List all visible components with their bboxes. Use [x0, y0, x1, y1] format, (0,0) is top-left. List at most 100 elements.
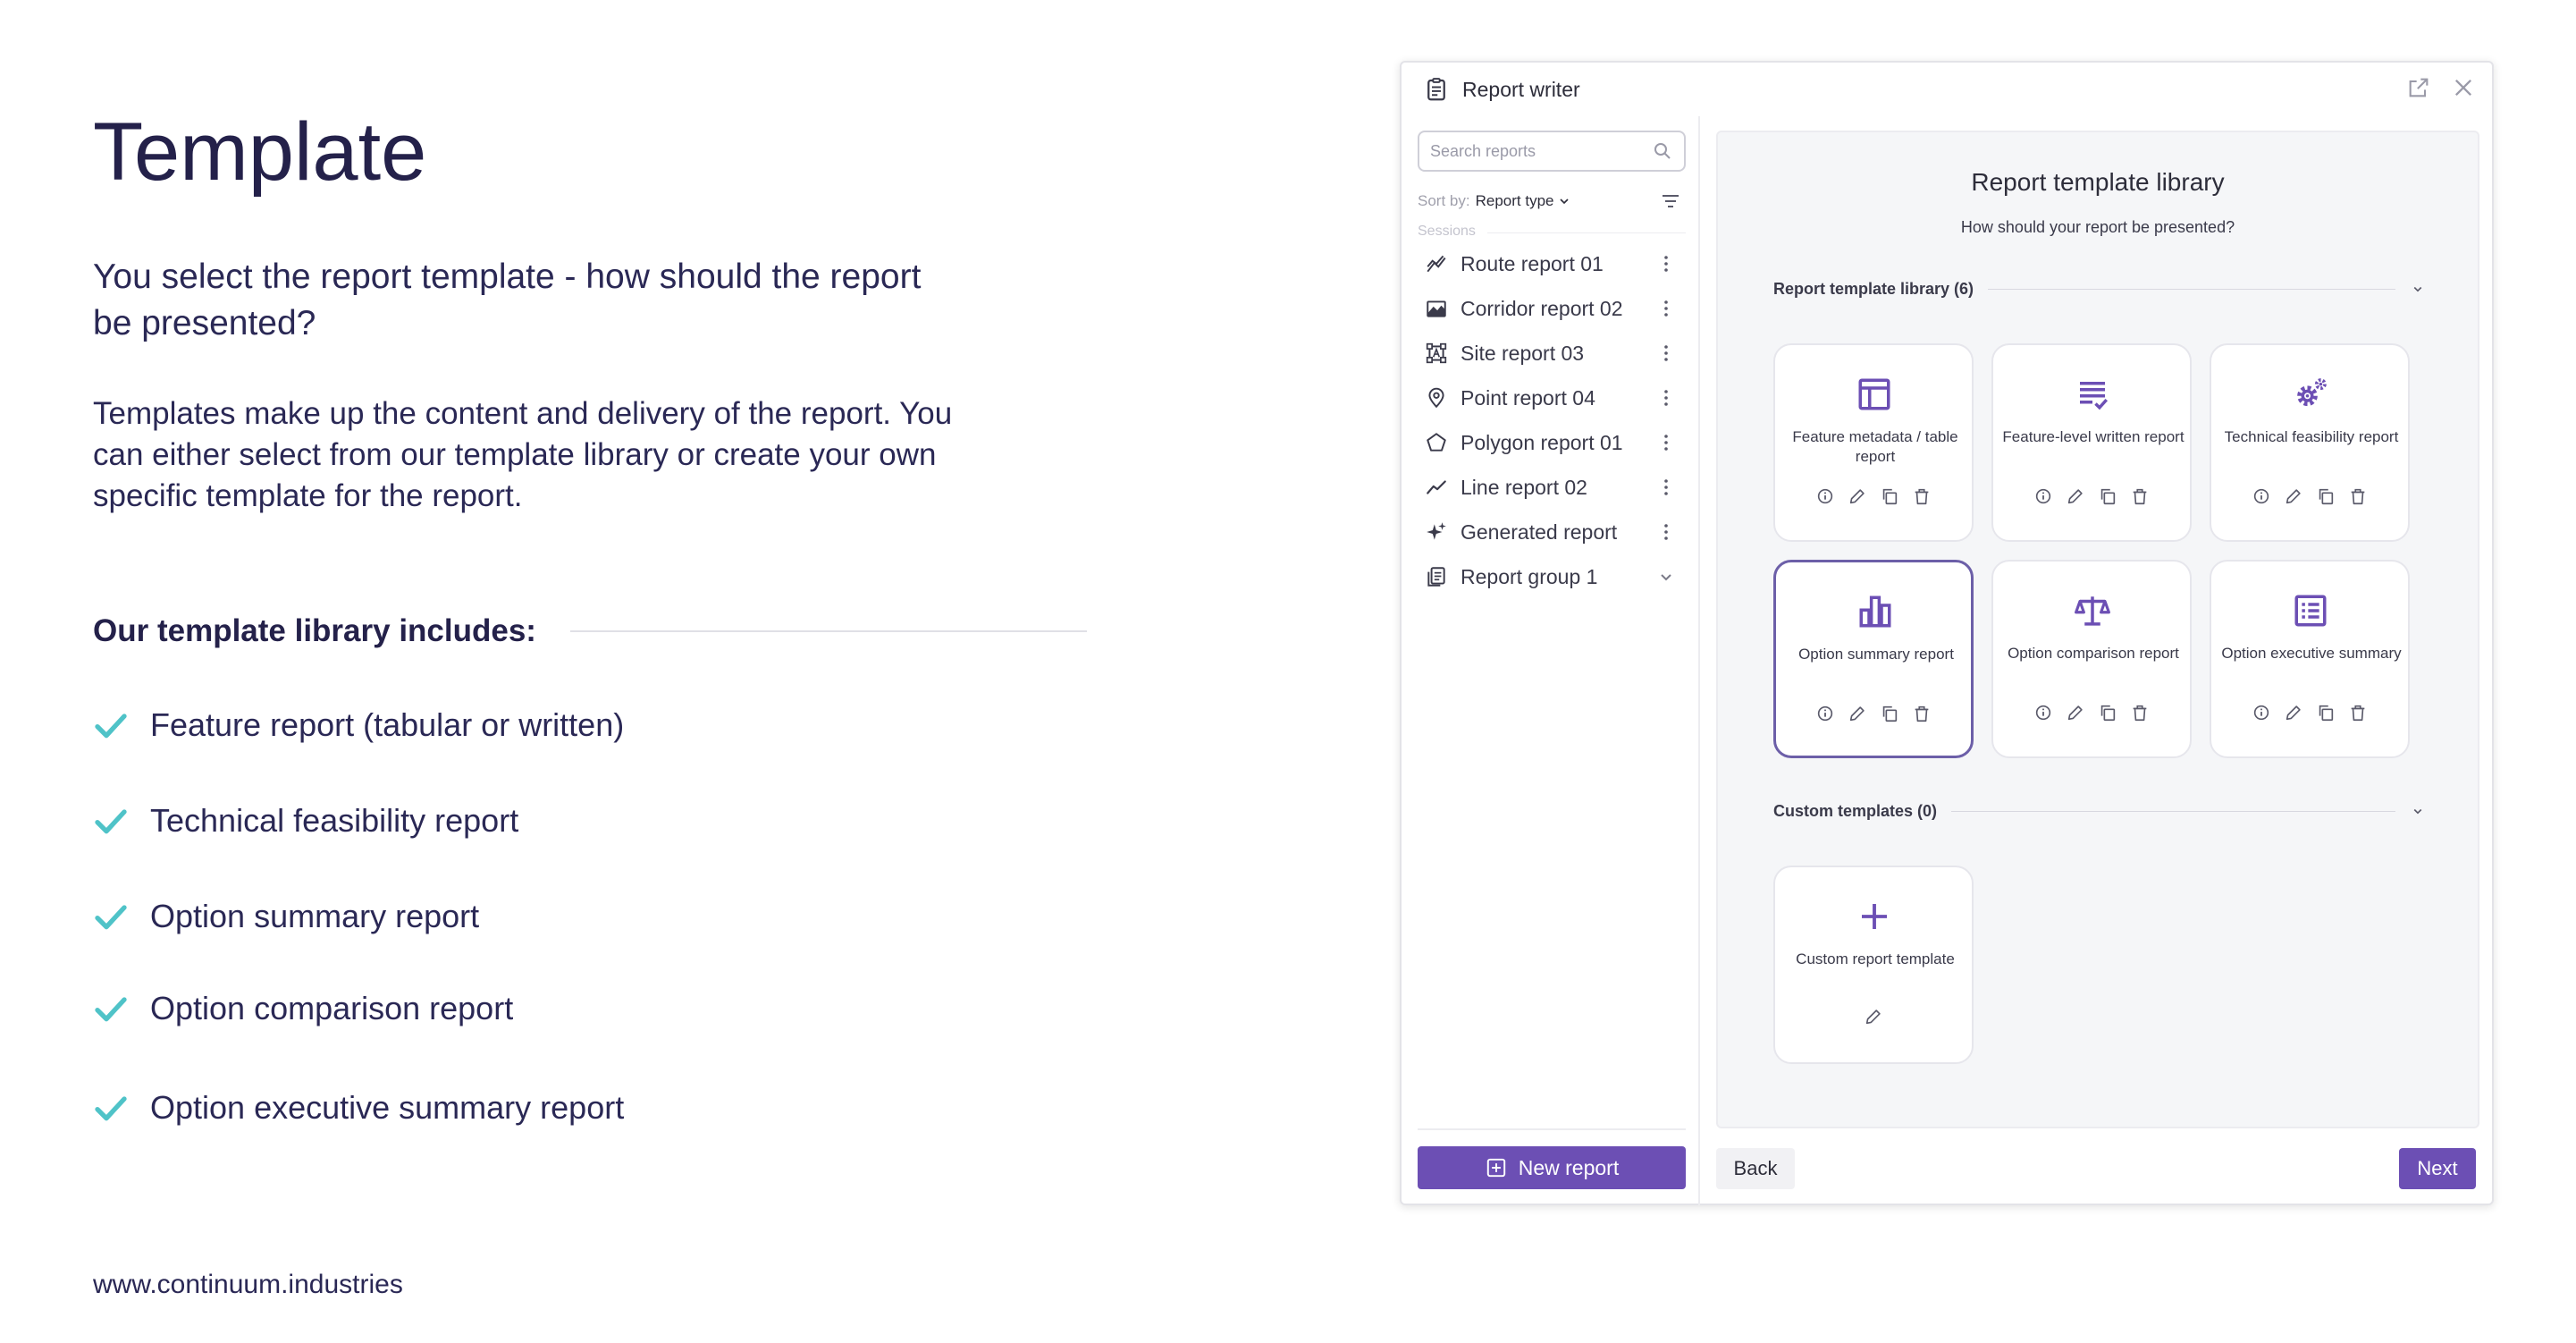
- report-group-1[interactable]: Report group 1: [1402, 554, 1700, 599]
- delete-icon[interactable]: [2130, 703, 2150, 722]
- template-library-panel: Report template library How should your …: [1716, 131, 2479, 1128]
- more-vertical-icon[interactable]: [1655, 387, 1677, 409]
- intro-text: You select the report template - how sho…: [93, 258, 922, 342]
- info-icon[interactable]: [2252, 703, 2271, 722]
- copy-icon[interactable]: [1880, 486, 1899, 506]
- site-icon: [1426, 342, 1447, 364]
- chevron-down-icon[interactable]: [1557, 194, 1571, 208]
- chevron-down-icon[interactable]: [1655, 566, 1677, 587]
- template-card-custom[interactable]: Custom report template: [1773, 866, 1974, 1064]
- window-actions: [2406, 75, 2476, 100]
- delete-icon[interactable]: [2348, 486, 2368, 506]
- info-icon[interactable]: [2252, 486, 2271, 506]
- more-vertical-icon[interactable]: [1655, 432, 1677, 453]
- add-box-icon: [1486, 1158, 1505, 1178]
- info-icon[interactable]: [2033, 703, 2053, 722]
- website-url: www.continuum.industries: [93, 1270, 403, 1299]
- custom-section-header[interactable]: Custom templates (0): [1773, 798, 2426, 824]
- checklist-item-label: Option summary report: [150, 898, 480, 934]
- sort-icon[interactable]: [1659, 190, 1682, 212]
- more-vertical-icon[interactable]: [1655, 253, 1677, 275]
- edit-icon[interactable]: [2066, 703, 2085, 722]
- info-icon[interactable]: [1815, 704, 1835, 723]
- report-item-point-04[interactable]: Point report 04: [1402, 376, 1700, 420]
- template-card-option-summary[interactable]: Option summary report: [1773, 560, 1974, 758]
- written-report-icon: [2080, 382, 2109, 410]
- chevron-down-icon[interactable]: [2410, 281, 2426, 297]
- delete-icon[interactable]: [1912, 486, 1932, 506]
- checklist-item: Option comparison report: [93, 990, 513, 1027]
- card-actions: [1775, 486, 1972, 506]
- template-card-feature-table[interactable]: Feature metadata / table report: [1773, 343, 1974, 542]
- card-actions: [1993, 486, 2190, 506]
- new-report-button[interactable]: New report: [1418, 1146, 1686, 1189]
- template-card-label: Technical feasibility report: [2224, 428, 2399, 445]
- delete-icon[interactable]: [2348, 703, 2368, 722]
- check-icon: [95, 1096, 127, 1121]
- checklist-item: Feature report (tabular or written): [93, 706, 624, 744]
- gears-icon: [2297, 378, 2327, 407]
- template-card-option-executive[interactable]: Option executive summary: [2210, 560, 2410, 758]
- copy-icon[interactable]: [2316, 703, 2336, 722]
- more-vertical-icon[interactable]: [1655, 521, 1677, 543]
- edit-icon[interactable]: [2284, 486, 2303, 506]
- route-icon: [1427, 255, 1446, 273]
- template-card-label: Option summary report: [1798, 646, 1954, 663]
- report-item-corridor-02[interactable]: Corridor report 02: [1402, 286, 1700, 331]
- more-vertical-icon[interactable]: [1655, 342, 1677, 364]
- library-heading-row: Our template library includes:: [93, 613, 1087, 649]
- report-item-label: Line report 02: [1461, 475, 1587, 499]
- report-item-label: Polygon report 01: [1461, 430, 1623, 454]
- report-item-generated[interactable]: Generated report: [1402, 510, 1700, 554]
- report-item-polygon-01[interactable]: Polygon report 01: [1402, 420, 1700, 465]
- more-vertical-icon[interactable]: [1655, 298, 1677, 319]
- delete-icon[interactable]: [2130, 486, 2150, 506]
- sort-label: Sort by:: [1418, 192, 1470, 209]
- pin-icon: [1428, 387, 1444, 409]
- chevron-down-icon[interactable]: [2410, 803, 2426, 819]
- sort-row: Sort by: Report type: [1418, 188, 1686, 215]
- card-actions: [2211, 486, 2408, 506]
- line-icon: [1427, 480, 1446, 494]
- sort-dropdown[interactable]: Report type: [1476, 192, 1554, 210]
- template-card-label: Option executive summary: [2221, 645, 2402, 662]
- card-actions: [2211, 703, 2408, 722]
- report-item-line-02[interactable]: Line report 02: [1402, 465, 1700, 510]
- delete-icon[interactable]: [1912, 704, 1932, 723]
- list-icon: [2294, 595, 2327, 627]
- search-input[interactable]: [1430, 141, 1652, 161]
- edit-icon[interactable]: [1848, 704, 1867, 723]
- search-icon[interactable]: [1652, 140, 1673, 162]
- library-section-header[interactable]: Report template library (6): [1773, 275, 2426, 302]
- template-card-feature-written[interactable]: Feature-level written report: [1991, 343, 2192, 542]
- check-icon: [95, 905, 127, 930]
- edit-icon[interactable]: [1864, 1007, 1883, 1026]
- sessions-divider: [1487, 232, 1686, 233]
- report-item-site-03[interactable]: Site report 03: [1402, 331, 1700, 376]
- more-vertical-icon[interactable]: [1655, 477, 1677, 498]
- card-actions: [1775, 1007, 1972, 1026]
- info-icon[interactable]: [1815, 486, 1835, 506]
- report-item-route-01[interactable]: Route report 01: [1402, 241, 1700, 286]
- template-card-option-comparison[interactable]: Option comparison report: [1991, 560, 2192, 758]
- card-actions: [1993, 703, 2190, 722]
- copy-icon[interactable]: [2316, 486, 2336, 506]
- copy-icon[interactable]: [2098, 486, 2117, 506]
- copy-icon[interactable]: [2098, 703, 2117, 722]
- panel-subtitle: How should your report be presented?: [1960, 218, 2235, 236]
- checklist-item: Option summary report: [93, 898, 479, 935]
- edit-icon[interactable]: [2066, 486, 2085, 506]
- close-icon[interactable]: [2451, 75, 2476, 100]
- report-item-label: Generated report: [1461, 519, 1618, 544]
- template-card-technical-feasibility[interactable]: Technical feasibility report: [2210, 343, 2410, 542]
- edit-icon[interactable]: [2284, 703, 2303, 722]
- info-icon[interactable]: [2033, 486, 2053, 506]
- edit-icon[interactable]: [1848, 486, 1867, 506]
- next-button[interactable]: Next: [2399, 1148, 2476, 1189]
- check-icon: [95, 809, 127, 834]
- checklist-item-label: Option comparison report: [150, 990, 514, 1026]
- back-button[interactable]: Back: [1716, 1148, 1795, 1189]
- section-divider: [1988, 288, 2395, 290]
- open-external-icon[interactable]: [2406, 75, 2431, 100]
- copy-icon[interactable]: [1880, 704, 1899, 723]
